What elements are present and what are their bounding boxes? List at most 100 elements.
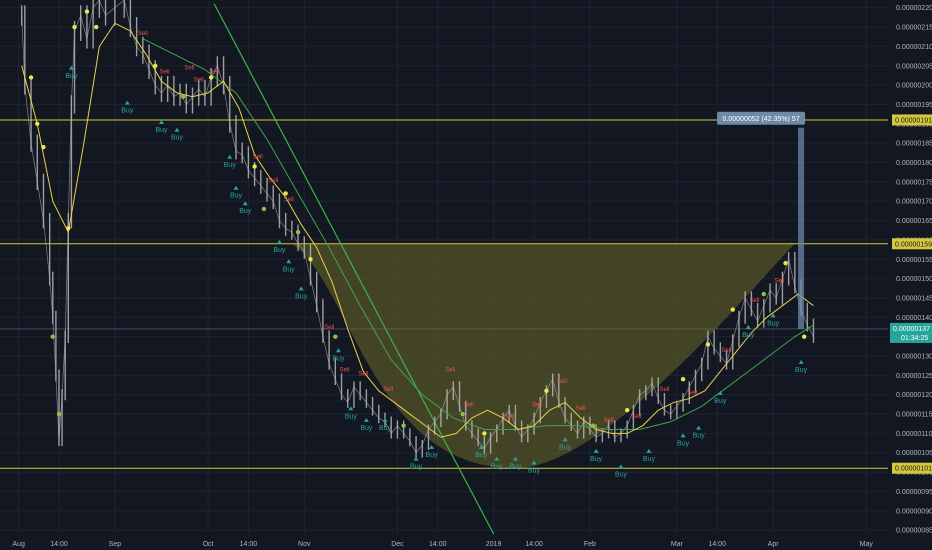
buy-label: Buy: [345, 413, 358, 420]
price-tick-label: 0.00000215: [896, 25, 932, 32]
sell-label: Sell: [631, 414, 641, 420]
signal-dot: [680, 377, 686, 382]
price-tick-label: 0.00000105: [896, 450, 932, 457]
signal-dot: [72, 24, 77, 30]
signal-dot: [801, 334, 807, 339]
buy-label: Buy: [295, 293, 308, 300]
sell-label: Sell: [268, 178, 278, 184]
signal-dot: [308, 257, 313, 262]
level-badge-label: 0.00000191: [895, 117, 932, 124]
sell-label: Sell: [464, 402, 474, 408]
sell-label: Sell: [532, 402, 542, 408]
signal-dot: [295, 229, 301, 235]
price-tick-label: 0.00000115: [896, 412, 932, 419]
price-tick-label: 0.00000130: [896, 354, 932, 361]
price-tick-label: 0.00000205: [896, 63, 932, 70]
buy-label: Buy: [239, 208, 252, 215]
signal-dot: [705, 342, 711, 347]
buy-label: Buy: [693, 433, 706, 440]
signal-dot: [50, 334, 55, 339]
sell-label: Sell: [576, 406, 586, 412]
price-tick-label: 0.00000125: [896, 373, 932, 380]
price-tick-label: 0.00000200: [896, 83, 932, 90]
measure-label: 0.00000052 (42.35%) 57: [723, 116, 800, 123]
sell-label: Sell: [184, 66, 194, 72]
sell-label: Sell: [358, 371, 368, 377]
signal-dot: [783, 260, 788, 266]
signal-dot: [252, 164, 257, 169]
time-tick-label: Mar: [671, 541, 684, 548]
signal-dot: [66, 226, 71, 231]
signal-dot: [208, 75, 214, 80]
signal-dot: [35, 121, 40, 127]
signal-dot: [624, 407, 630, 413]
signal-dot: [94, 24, 99, 30]
buy-label: Buy: [283, 266, 296, 273]
time-tick-label: 14:00: [240, 541, 258, 548]
price-tick-label: 0.00000155: [896, 257, 932, 264]
buy-label: Buy: [677, 440, 690, 447]
signal-dot: [730, 307, 735, 312]
price-tick-label: 0.00000095: [896, 489, 932, 496]
buy-label: Buy: [643, 456, 656, 463]
signal-dot: [482, 431, 487, 436]
buy-label: Buy: [714, 398, 727, 405]
buy-label: Buy: [360, 425, 373, 432]
price-tick-label: 0.00000085: [896, 528, 932, 535]
time-tick-label: Dec: [391, 541, 404, 548]
signal-dot: [283, 191, 288, 196]
buy-label: Buy: [121, 108, 134, 115]
level-badge-label: 0.00000101: [895, 466, 932, 473]
sell-label: Sell: [340, 367, 350, 373]
buy-label: Buy: [332, 355, 345, 362]
buy-label: Buy: [224, 162, 237, 169]
buy-label: Buy: [379, 425, 392, 432]
sell-label: Sell: [138, 31, 148, 37]
sell-label: Sell: [194, 77, 204, 83]
signal-dot: [28, 75, 34, 80]
buy-label: Buy: [528, 467, 541, 474]
sell-label: Sell: [557, 379, 567, 385]
buy-label: Buy: [795, 367, 808, 374]
current-price-label: 0.00000137: [893, 326, 930, 333]
sell-label: Sell: [445, 367, 455, 373]
sell-label: Sell: [209, 70, 219, 76]
signal-dot: [180, 94, 186, 99]
sell-label: Sell: [160, 70, 170, 76]
time-tick-label: Oct: [203, 541, 214, 548]
time-tick-label: Nov: [298, 541, 311, 548]
time-tick-label: Sep: [109, 541, 122, 548]
price-tick-label: 0.00000210: [896, 44, 932, 51]
buy-label: Buy: [230, 193, 243, 200]
price-tick-label: 0.00000165: [896, 218, 932, 225]
buy-label: Buy: [475, 452, 488, 459]
price-tick-label: 0.00000220: [896, 5, 932, 12]
signal-dot: [590, 423, 596, 428]
sell-label: Sell: [284, 197, 294, 203]
time-tick-label: Aug: [12, 541, 25, 548]
buy-label: Buy: [509, 464, 522, 471]
sell-label: Sell: [324, 325, 334, 331]
buy-label: Buy: [615, 471, 628, 478]
buy-label: Buy: [410, 464, 423, 471]
sell-label: Sell: [749, 298, 759, 304]
time-tick-label: 14:00: [708, 541, 726, 548]
sell-label: Sell: [722, 348, 732, 354]
sell-label: Sell: [253, 155, 263, 161]
signal-dot: [761, 291, 767, 297]
price-chart[interactable]: BuyBuyBuyBuyBuyBuyBuyBuyBuyBuyBuyBuyBuy B…: [0, 0, 932, 550]
price-tick-label: 0.00000090: [896, 508, 932, 515]
signal-dot: [56, 411, 62, 417]
buy-label: Buy: [273, 247, 286, 254]
price-tick-label: 0.00000145: [896, 295, 932, 302]
signal-dot: [41, 144, 46, 150]
sell-label: Sell: [383, 387, 393, 393]
buy-label: Buy: [590, 456, 603, 463]
buy-label: Buy: [742, 332, 755, 339]
price-tick-label: 0.00000140: [896, 315, 932, 322]
signal-dot: [261, 206, 267, 212]
buy-label: Buy: [155, 127, 168, 134]
measure-bar[interactable]: [798, 127, 805, 329]
signal-dot: [460, 411, 465, 417]
price-tick-label: 0.00000110: [896, 431, 932, 438]
